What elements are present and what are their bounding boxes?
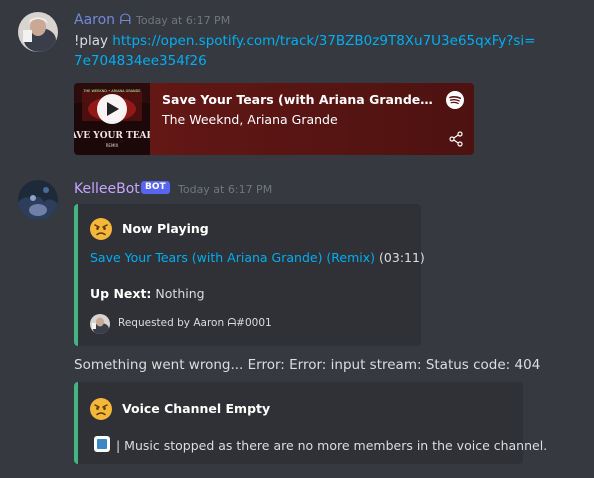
svg-text:SAVE YOUR TEARS: SAVE YOUR TEARS [74, 131, 150, 141]
now-playing-song-row: Save Your Tears (with Ariana Grande) (Re… [90, 250, 425, 265]
message1-timestamp: Today at 6:17 PM [136, 14, 231, 27]
chat-window: Aaron ᗩ Today at 6:17 PM !play https://o… [0, 0, 594, 478]
voice-embed-title: Voice Channel Empty [122, 401, 271, 416]
spotify-track-title[interactable]: Save Your Tears (with Ariana Grande) (Re… [162, 92, 438, 107]
angry-face-icon [90, 398, 112, 420]
album-art-header-text: THE WEEKND • ARIANA GRANDE [82, 89, 140, 93]
aaron-username[interactable]: Aaron ᗩ [74, 11, 131, 29]
voice-channel-empty-embed: Voice Channel Empty | Music stopped as t… [74, 382, 547, 464]
stop-square-icon [94, 436, 110, 452]
requester-avatar [90, 314, 110, 334]
svg-text:REMIX: REMIX [106, 143, 119, 148]
angry-face-icon [90, 218, 112, 240]
up-next-label: Up Next: [90, 286, 152, 301]
message2-timestamp: Today at 6:17 PM [178, 183, 273, 196]
now-playing-song-link[interactable]: Save Your Tears (with Ariana Grande) (Re… [90, 250, 375, 265]
bot-tag: BOT [141, 181, 170, 194]
voice-embed-text: | Music stopped as there are no more mem… [116, 438, 548, 453]
spotify-embed[interactable]: THE WEEKND • ARIANA GRANDE SAVE YOUR TEA… [74, 83, 474, 155]
error-message: Something went wrong... Error: Error: in… [74, 357, 541, 373]
share-icon[interactable] [448, 131, 464, 147]
spotify-track-artist: The Weeknd, Ariana Grande [162, 112, 338, 127]
now-playing-title: Now Playing [122, 221, 209, 236]
spotify-logo-icon[interactable] [446, 91, 464, 109]
now-playing-embed: Now Playing Save Your Tears (with Ariana… [74, 204, 425, 346]
kelleebot-username[interactable]: KelleeBot [74, 180, 140, 198]
play-command: !play [74, 33, 108, 49]
message1-content: !play https://open.spotify.com/track/37B… [74, 31, 544, 71]
requester-footer: Requested by Aaron ᗩ#0001 [118, 317, 272, 329]
up-next-value: Nothing [155, 286, 205, 301]
spotify-track-link[interactable]: https://open.spotify.com/track/37BZB0z9T… [74, 33, 535, 69]
now-playing-duration: (03:11) [379, 250, 425, 265]
up-next-row: Up Next: Nothing [90, 286, 205, 301]
aaron-avatar[interactable] [18, 12, 58, 52]
album-art[interactable]: THE WEEKND • ARIANA GRANDE SAVE YOUR TEA… [74, 83, 161, 155]
kelleebot-avatar[interactable] [18, 180, 58, 220]
